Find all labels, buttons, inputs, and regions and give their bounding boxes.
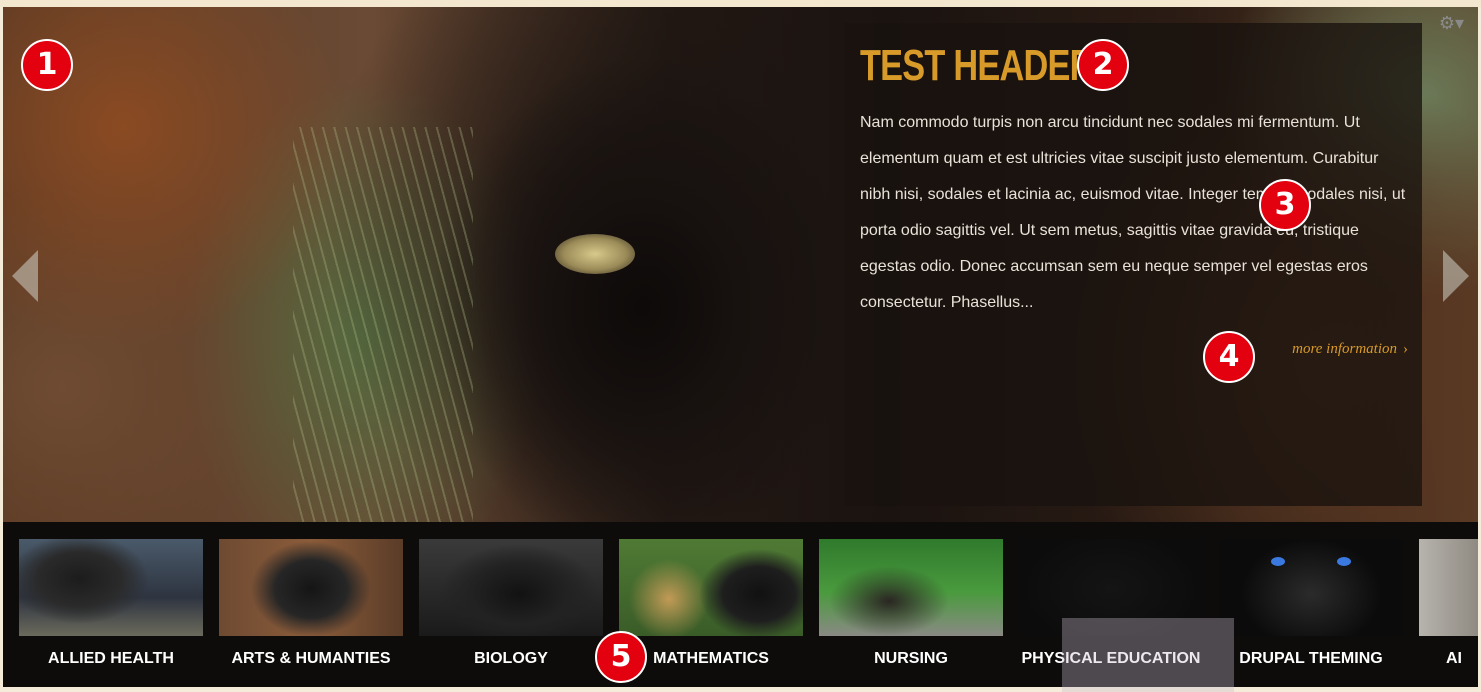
thumbnail-label[interactable]: BIOLOGY	[419, 650, 603, 668]
thumbnail-label[interactable]: NURSING	[819, 650, 1003, 668]
thumbnail-image[interactable]	[419, 539, 603, 636]
thumbnail-item[interactable]: AI	[1419, 539, 1478, 668]
annotation-marker-4: 4	[1203, 331, 1255, 383]
panther-eye-icon	[1271, 557, 1285, 566]
thumbnail-image[interactable]	[619, 539, 803, 636]
hero-slider[interactable]: ⚙▾ TEST HEADER 2 Nam commodo turpis non …	[3, 7, 1478, 522]
more-information-link[interactable]: more information ›	[1292, 341, 1408, 358]
annotation-marker-1: 1	[21, 39, 73, 91]
thumbnail-image[interactable]	[819, 539, 1003, 636]
slide-body-text: Nam commodo turpis non arcu tincidunt ne…	[860, 114, 1406, 311]
annotation-marker-5: 5	[595, 631, 647, 683]
annotation-marker-3: 3	[1259, 179, 1311, 231]
thumbnail-image[interactable]	[1419, 539, 1478, 636]
slide-caption: TEST HEADER 2 Nam commodo turpis non arc…	[844, 23, 1422, 506]
gear-icon[interactable]: ⚙▾	[1439, 13, 1464, 34]
thumbnail-label[interactable]: DRUPAL THEMING	[1219, 650, 1403, 668]
thumbnail-item[interactable]: MATHEMATICS	[619, 539, 803, 668]
top-strip	[0, 0, 1481, 7]
panther-eye-icon	[1337, 557, 1351, 566]
thumbnail-image[interactable]	[1219, 539, 1403, 636]
thumbnail-item[interactable]: DRUPAL THEMING	[1219, 539, 1403, 668]
slider-next-arrow-icon[interactable]	[1443, 250, 1469, 302]
overlay-popup-window	[1062, 618, 1234, 692]
thumbnail-label[interactable]: ARTS & HUMANTIES	[219, 650, 403, 668]
thumbnail-image[interactable]	[219, 539, 403, 636]
thumbnail-label[interactable]: AI	[1419, 650, 1478, 668]
thumbnail-item[interactable]: BIOLOGY	[419, 539, 603, 668]
thumbnail-item[interactable]: ARTS & HUMANTIES	[219, 539, 403, 668]
slider-prev-arrow-icon[interactable]	[12, 250, 38, 302]
thumbnail-item[interactable]: ALLIED HEALTH	[19, 539, 203, 668]
more-information-label: more information	[1292, 341, 1397, 357]
thumbnail-strip: ALLIED HEALTH ARTS & HUMANTIES BIOLOGY M…	[3, 522, 1478, 687]
thumbnail-image[interactable]	[19, 539, 203, 636]
thumbnail-item[interactable]: NURSING	[819, 539, 1003, 668]
slide-panther-eye	[555, 234, 635, 274]
slide-background-grass	[293, 127, 473, 522]
thumbnail-label[interactable]: ALLIED HEALTH	[19, 650, 203, 668]
annotation-marker-2: 2	[1077, 39, 1129, 91]
chevron-right-icon: ›	[1403, 341, 1408, 357]
